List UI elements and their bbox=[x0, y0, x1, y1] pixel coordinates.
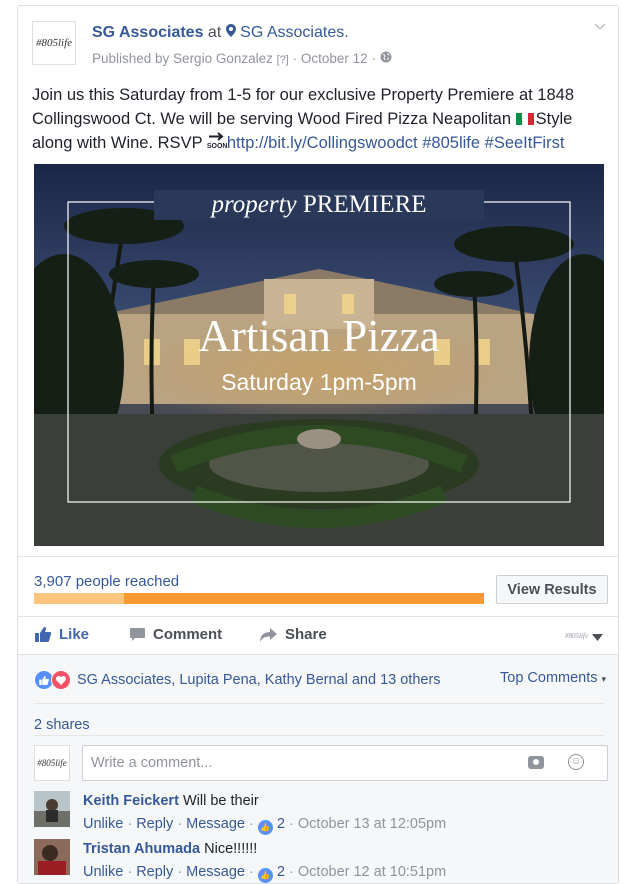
comment-like-count[interactable]: 2 bbox=[277, 816, 285, 832]
share-button[interactable]: Share bbox=[260, 626, 327, 643]
location-link[interactable]: SG Associates. bbox=[240, 24, 349, 41]
post-text-line: along with Wine. RSVP SOON http://bit.ly… bbox=[32, 131, 610, 155]
photo-subline: Saturday 1pm-5pm bbox=[221, 369, 417, 395]
reach-progress-fill bbox=[34, 593, 124, 604]
meta-sep: · bbox=[292, 51, 298, 66]
page-mini-avatar[interactable]: #805life bbox=[565, 632, 588, 640]
reactions-names: SG Associates, Lupita Pena, Kathy Bernal… bbox=[77, 672, 441, 688]
comment-like-count[interactable]: 2 bbox=[277, 864, 285, 880]
commenter-avatar[interactable] bbox=[34, 791, 70, 827]
hashtag-805life[interactable]: #805life bbox=[422, 134, 480, 152]
location-pin-icon bbox=[225, 24, 236, 42]
comment-actions: Unlike · Reply · Message · 👍 2 · October… bbox=[83, 816, 446, 835]
message-link[interactable]: Message bbox=[186, 864, 245, 880]
like-count-icon: 👍 bbox=[257, 868, 273, 883]
post-meta: Published by Sergio Gonzalez [?] · Octob… bbox=[92, 51, 392, 66]
commenter-name[interactable]: Tristan Ahumada bbox=[83, 841, 200, 857]
camera-icon[interactable] bbox=[528, 756, 544, 769]
post-card: #805life SG Associates at SG Associates.… bbox=[17, 5, 619, 884]
comment-label: Comment bbox=[153, 626, 223, 643]
chevron-down-icon[interactable] bbox=[594, 20, 606, 34]
reactions-summary[interactable]: SG Associates, Lupita Pena, Kathy Bernal… bbox=[34, 670, 441, 690]
top-comments-dropdown[interactable]: Top Comments ▾ bbox=[500, 670, 606, 686]
caret-down-icon: ▾ bbox=[601, 674, 607, 684]
thumbs-up-icon bbox=[35, 627, 51, 642]
reply-link[interactable]: Reply bbox=[136, 816, 173, 832]
soon-label: SOON bbox=[206, 143, 228, 150]
commenter-avatar[interactable] bbox=[34, 839, 70, 875]
comment-button[interactable]: Comment bbox=[130, 626, 222, 643]
comment-time[interactable]: October 13 at 12:05pm bbox=[298, 816, 446, 832]
love-reaction-icon bbox=[51, 670, 71, 690]
people-reached: 3,907 people reached bbox=[34, 573, 180, 590]
comment-line: Keith Feickert Will be their bbox=[83, 793, 259, 809]
like-button[interactable]: Like bbox=[35, 626, 89, 643]
divider bbox=[34, 735, 604, 736]
page-name-link[interactable]: SG Associates bbox=[92, 24, 203, 41]
comment-time[interactable]: October 12 at 10:51pm bbox=[298, 864, 446, 880]
shares-count[interactable]: 2 shares bbox=[34, 717, 90, 733]
page-avatar[interactable]: #805life bbox=[32, 21, 76, 65]
post-text-segment: Collingswood Ct. We will be serving Wood… bbox=[32, 110, 512, 128]
photo-script-word: property bbox=[209, 191, 297, 218]
share-label: Share bbox=[285, 626, 327, 643]
post-text-line: Join us this Saturday from 1-5 for our e… bbox=[32, 86, 574, 104]
hashtag-seeitfirst[interactable]: #SeeItFirst bbox=[485, 134, 565, 152]
comment-item: Tristan Ahumada Nice!!!!!! Unlike · Repl… bbox=[34, 839, 614, 883]
svg-text:property PREMIERE: property PREMIERE bbox=[209, 191, 426, 218]
post-text: Join us this Saturday from 1-5 for our e… bbox=[32, 83, 610, 155]
comment-line: Tristan Ahumada Nice!!!!!! bbox=[83, 841, 257, 857]
post-text-segment: along with Wine. RSVP bbox=[32, 134, 203, 152]
post-photo[interactable]: property PREMIERE Artisan Pizza Saturday… bbox=[34, 164, 604, 546]
post-header: #805life SG Associates at SG Associates.… bbox=[18, 6, 618, 76]
top-comments-label: Top Comments bbox=[500, 670, 598, 686]
divider bbox=[34, 703, 604, 704]
caret-down-icon[interactable] bbox=[592, 632, 603, 644]
divider bbox=[18, 556, 618, 557]
like-label: Like bbox=[59, 626, 90, 643]
rsvp-link[interactable]: http://bit.ly/Collingswoodct bbox=[227, 134, 418, 152]
italy-flag-icon bbox=[515, 108, 534, 125]
emoji-icon[interactable]: ☺ bbox=[568, 754, 584, 770]
reach-progress-bar bbox=[34, 593, 484, 604]
message-link[interactable]: Message bbox=[186, 816, 245, 832]
share-arrow-icon bbox=[260, 627, 277, 642]
post-text-line: Collingswood Ct. We will be serving Wood… bbox=[32, 107, 610, 131]
published-by: Published by Sergio Gonzalez bbox=[92, 51, 273, 66]
reply-link[interactable]: Reply bbox=[136, 864, 173, 880]
soon-arrow-icon: SOON bbox=[206, 132, 228, 150]
post-text-segment: Style bbox=[535, 110, 573, 128]
unlike-link[interactable]: Unlike bbox=[83, 864, 123, 880]
like-count-icon: 👍 bbox=[257, 820, 273, 835]
post-title-line: SG Associates at SG Associates. bbox=[92, 24, 349, 42]
at-label: at bbox=[207, 24, 222, 41]
composer-avatar: #805life bbox=[34, 745, 70, 781]
comment-text: Will be their bbox=[182, 793, 259, 809]
divider bbox=[18, 616, 618, 617]
divider bbox=[18, 654, 618, 655]
comment-item: Keith Feickert Will be their Unlike · Re… bbox=[34, 791, 614, 835]
unlike-link[interactable]: Unlike bbox=[83, 816, 123, 832]
globe-icon bbox=[380, 51, 392, 66]
comment-icon bbox=[130, 628, 145, 641]
post-date[interactable]: October 12 bbox=[301, 51, 368, 66]
help-mark[interactable]: [?] bbox=[277, 54, 289, 66]
commenter-name[interactable]: Keith Feickert bbox=[83, 793, 179, 809]
meta-sep: · bbox=[371, 51, 376, 66]
photo-headline: Artisan Pizza bbox=[198, 311, 439, 361]
comment-actions: Unlike · Reply · Message · 👍 2 · October… bbox=[83, 864, 446, 883]
comment-text: Nice!!!!!! bbox=[204, 841, 258, 857]
photo-caps-word: PREMIERE bbox=[303, 191, 427, 218]
view-results-button[interactable]: View Results bbox=[496, 575, 608, 604]
